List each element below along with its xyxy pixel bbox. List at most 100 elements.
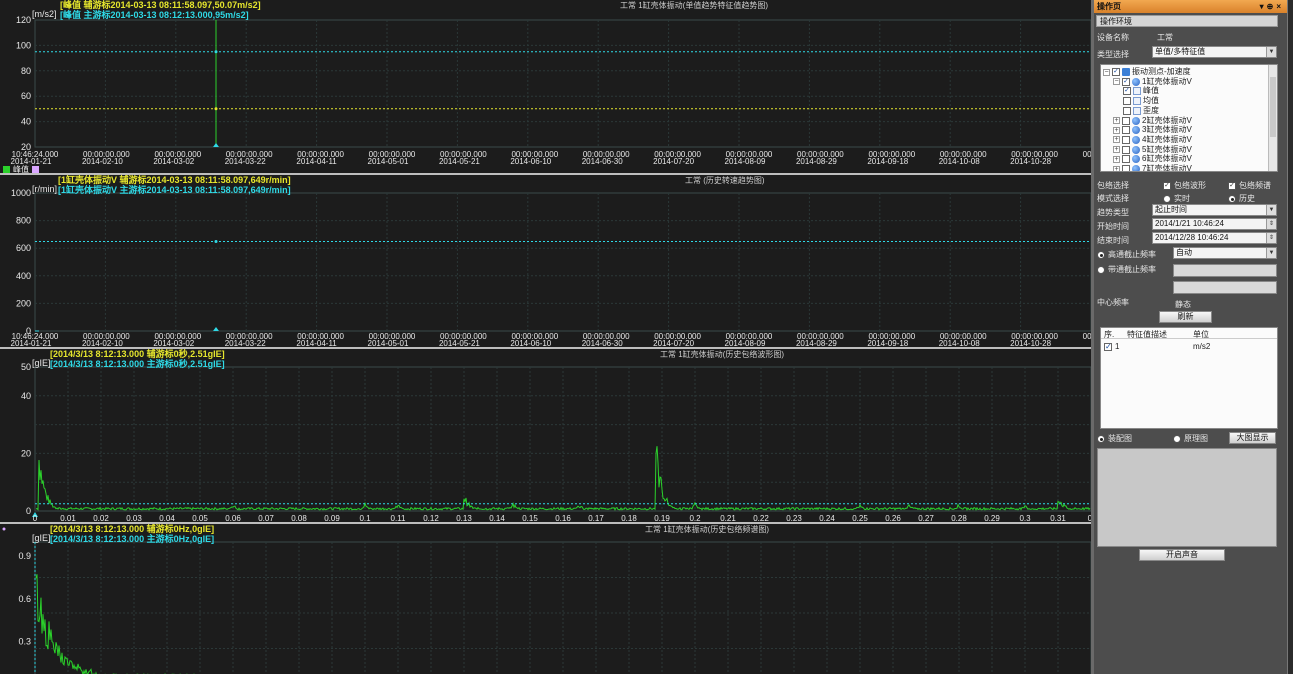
x-tick-label: 0.16: [555, 514, 571, 522]
principle-radio[interactable]: 原理图: [1173, 433, 1208, 444]
radio-dot[interactable]: [1097, 250, 1105, 259]
envelope-wave-chart[interactable]: 50 40 20 00 0.01 0.02 0.03 0.04 0.05 0.06 0.07 0.08…: [0, 349, 1091, 522]
tree-checkbox[interactable]: [1122, 126, 1130, 135]
tree-checkbox[interactable]: [1122, 165, 1130, 171]
sound-button[interactable]: 开启声音: [1139, 549, 1225, 561]
radio-dot[interactable]: [1228, 194, 1236, 203]
tree-node[interactable]: +3缸壳体振动V: [1113, 125, 1192, 135]
trend-type-label: 趋势类型: [1097, 208, 1129, 217]
tree-node[interactable]: +4缸壳体振动V: [1113, 135, 1192, 145]
checkbox-box[interactable]: ✓: [1228, 181, 1236, 190]
bandpass-input-2[interactable]: [1173, 281, 1277, 294]
tree-checkbox[interactable]: ✓: [1123, 87, 1131, 96]
highpass-radio[interactable]: 高通截止频率: [1097, 249, 1156, 260]
envelope-spectrum-checkbox[interactable]: ✓ 包络频谱: [1228, 180, 1271, 191]
tree-node[interactable]: +2缸壳体振动V: [1113, 116, 1192, 126]
speed-panel[interactable]: 1000 800 600 400 200 0 10:46:24.000 2014-01-21 0…: [0, 175, 1091, 349]
mode-realtime-radio[interactable]: 实时: [1163, 193, 1190, 204]
spin-icon[interactable]: ⇕: [1266, 219, 1276, 229]
chart-area: 120 100 80 60 40 20 10:46:24.000 2014-01-21 00:0…: [0, 0, 1091, 674]
x-tick-time: 00:00:00.000: [1083, 332, 1091, 341]
envelope-wave-checkbox[interactable]: ✓ 包络波形: [1163, 180, 1206, 191]
pin-icon[interactable]: ⊕: [1267, 2, 1277, 11]
mode-history-radio[interactable]: 历史: [1228, 193, 1255, 204]
trend-type-value: 起止时间: [1155, 205, 1187, 214]
assembly-radio[interactable]: 装配图: [1097, 433, 1132, 444]
radio-dot[interactable]: [1173, 434, 1181, 443]
table-row[interactable]: ✓ 1 m/s2: [1101, 341, 1277, 352]
chevron-down-icon[interactable]: ▼: [1266, 248, 1276, 258]
end-time-picker[interactable]: 2014/12/28 10:46:24 ⇕: [1152, 232, 1277, 244]
tree-checkbox[interactable]: ✓: [1112, 68, 1120, 76]
tree-node[interactable]: − ✓ 振动测点-加速度: [1103, 67, 1191, 77]
bandpass-radio[interactable]: 带通截止频率: [1097, 264, 1156, 275]
checkbox-box[interactable]: ✓: [1163, 181, 1171, 190]
expand-icon[interactable]: +: [1113, 126, 1120, 134]
trend-panel[interactable]: 120 100 80 60 40 20 10:46:24.000 2014-01-21 00:0…: [0, 0, 1091, 175]
expand-icon[interactable]: +: [1113, 165, 1120, 171]
x-tick-label: 0.3: [1019, 514, 1031, 522]
radio-dot[interactable]: [1097, 265, 1105, 274]
sensor-icon: [1132, 126, 1140, 135]
refresh-button[interactable]: 刷新: [1159, 311, 1212, 323]
plot-frame: [34, 192, 1091, 332]
expand-icon[interactable]: −: [1103, 68, 1110, 76]
trend-type-select[interactable]: 起止时间 ▼: [1152, 204, 1277, 216]
tree-checkbox[interactable]: [1122, 135, 1130, 144]
tree-node[interactable]: +7缸壳体振动V: [1113, 164, 1192, 171]
radio-dot[interactable]: [1097, 434, 1105, 443]
chevron-down-icon[interactable]: ▼: [1266, 205, 1276, 215]
main-cursor-readout: [2014/3/13 8:12:13.000 主游标0Hz,0gIE]: [50, 534, 215, 544]
chevron-down-icon[interactable]: ▼: [1266, 47, 1276, 57]
x-tick-label: 0.2: [689, 514, 701, 522]
tree-checkbox[interactable]: [1122, 145, 1130, 154]
radio-label: 实时: [1174, 194, 1190, 203]
x-tick-date: 2014-03-22: [225, 157, 266, 166]
big-display-button[interactable]: 大图显示: [1229, 432, 1276, 444]
tree-node[interactable]: +6缸壳体振动V: [1113, 154, 1192, 164]
tree-node-label: 振动测点-加速度: [1132, 67, 1191, 76]
tree-node[interactable]: ✓ 峰值: [1123, 86, 1159, 96]
tree-checkbox[interactable]: [1122, 116, 1130, 125]
tree-node[interactable]: 歪度: [1123, 106, 1159, 116]
envelope-spectrum-chart[interactable]: 0.9 0.6 0.3: [0, 524, 1091, 674]
expand-icon[interactable]: +: [1113, 146, 1120, 154]
tree-node[interactable]: 均值: [1123, 96, 1159, 106]
legend: 峰值: [3, 164, 39, 173]
tree-checkbox[interactable]: ✓: [1122, 77, 1130, 86]
expand-icon[interactable]: +: [1113, 117, 1120, 124]
expand-icon[interactable]: +: [1113, 155, 1120, 163]
tree-checkbox[interactable]: [1123, 106, 1131, 115]
sensor-icon: [1132, 116, 1140, 125]
tree-checkbox[interactable]: [1122, 155, 1130, 164]
x-tick-label: 0: [33, 514, 38, 522]
expand-icon[interactable]: +: [1113, 136, 1120, 144]
y-tick-label: 800: [16, 216, 31, 226]
operation-panel: 操作页 ▾⊕× 操作环境 设备名称 工常 类型选择 单值/多特征值 ▼ − ✓ 振动…: [1094, 0, 1287, 674]
tree-scrollbar[interactable]: [1268, 65, 1277, 171]
measure-point-tree[interactable]: − ✓ 振动测点-加速度 − ✓ 1缸壳体振动V ✓ 峰值 均值 歪度 +2缸壳体振动V +3缸壳体振…: [1100, 64, 1278, 172]
type-select-value: 单值/多特征值: [1155, 47, 1206, 56]
x-tick-label: 0.06: [225, 514, 241, 522]
trend-chart[interactable]: 1201008060402010:46:24.0002014-01-2100:0…: [0, 0, 1091, 173]
spin-icon[interactable]: ⇕: [1266, 233, 1276, 243]
expand-icon[interactable]: −: [1113, 78, 1120, 86]
feature-grid[interactable]: 序. 特征值描述 单位 ✓ 1 m/s2: [1100, 327, 1278, 429]
envelope-wave-panel[interactable]: 50 40 20 0 0 0.01 0.02 0.03 0.04 0.05 0.06 0.07 0.08…: [0, 349, 1091, 524]
radio-dot[interactable]: [1163, 194, 1171, 203]
grid-header: 序. 特征值描述 单位: [1101, 328, 1277, 339]
x-tick-date: 2014-01-21: [11, 339, 52, 347]
close-icon[interactable]: ×: [1276, 2, 1284, 11]
x-tick-date: 2014-10-08: [939, 157, 980, 166]
highpass-select[interactable]: 自动 ▼: [1173, 247, 1277, 259]
x-tick-date: 2014-02-10: [82, 339, 123, 347]
type-select[interactable]: 单值/多特征值 ▼: [1152, 46, 1277, 58]
speed-chart[interactable]: 1000800600400200010:46:24.0002014-01-210…: [0, 175, 1091, 347]
tab-environment[interactable]: 操作环境: [1096, 15, 1278, 27]
dropdown-icon[interactable]: ▾: [1260, 2, 1267, 11]
tree-checkbox[interactable]: [1123, 97, 1131, 106]
bandpass-input-1[interactable]: [1173, 264, 1277, 277]
start-time-picker[interactable]: 2014/1/21 10:46:24 ⇕: [1152, 218, 1277, 230]
envelope-spectrum-panel[interactable]: 0.9 0.6 0.3 [2014/3/13 8:12:13.000 辅游标0Hz,…: [0, 524, 1091, 674]
scroll-thumb[interactable]: [1270, 77, 1276, 137]
